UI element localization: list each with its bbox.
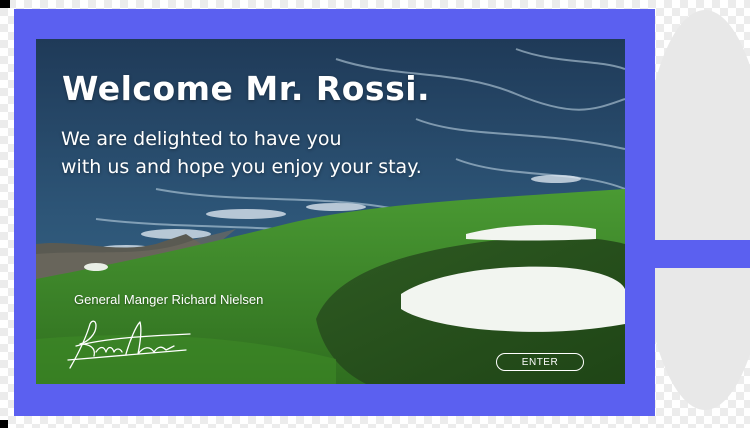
enter-button[interactable]: ENTER [496, 353, 584, 371]
message-line: We are delighted to have you [61, 128, 342, 150]
message-line: with us and hope you enjoy your stay. [61, 156, 422, 178]
corner-mark [0, 0, 10, 8]
welcome-message: We are delighted to have you with us and… [61, 125, 422, 181]
welcome-title: Welcome Mr. Rossi. [62, 69, 431, 108]
corner-mark [0, 420, 8, 428]
welcome-screen: Welcome Mr. Rossi. We are delighted to h… [36, 39, 625, 384]
signer-name: General Manger Richard Nielsen [74, 292, 264, 307]
signature-icon [67, 320, 191, 369]
